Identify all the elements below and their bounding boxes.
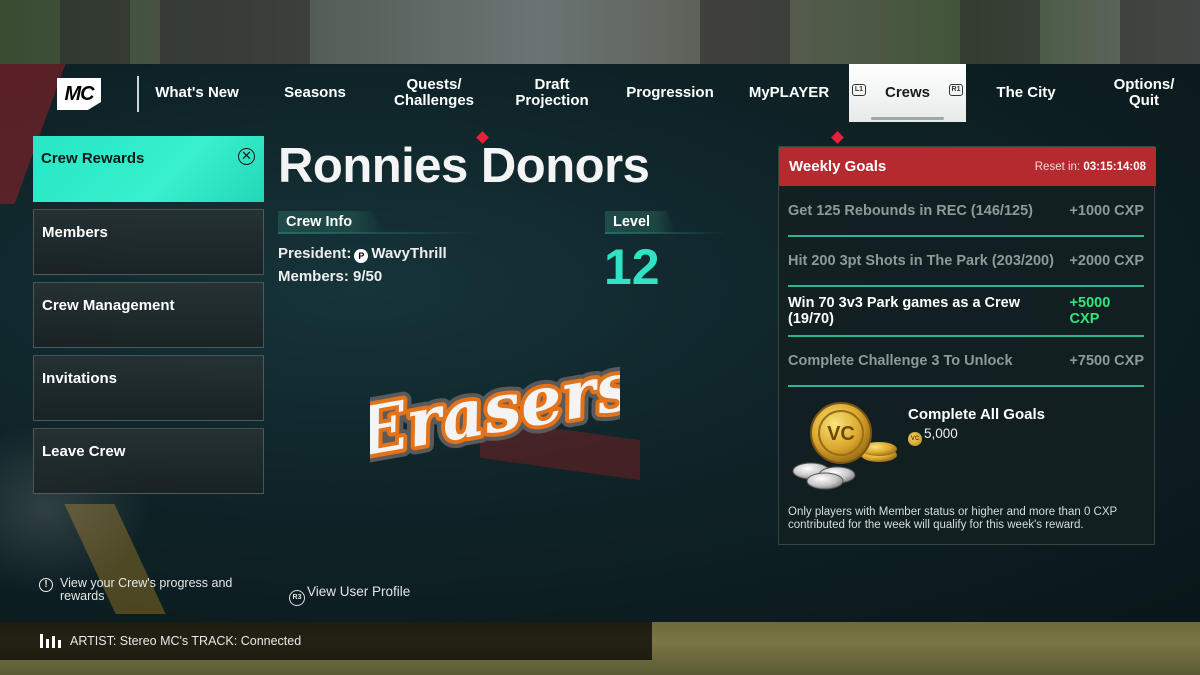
now-playing-bar: ARTIST: Stereo MC's TRACK: Connected: [0, 622, 652, 660]
goal-row-current: Win 70 3v3 Park games as a Crew (19/70) …: [788, 295, 1111, 327]
vc-coins-icon: VC: [792, 402, 897, 490]
tab-whats-new[interactable]: What's New: [150, 64, 244, 122]
info-icon: !: [39, 578, 53, 592]
sidebar-item-invitations[interactable]: Invitations: [33, 355, 264, 421]
top-nav: MC What's New Seasons Quests/ Challenges…: [0, 64, 1200, 144]
sidebar-item-crew-rewards[interactable]: Crew Rewards ✕: [33, 136, 264, 202]
svg-text:Erasers: Erasers: [370, 346, 620, 472]
level-divider: [605, 232, 727, 234]
vc-reward-amount: VC 5,000: [908, 426, 958, 446]
equalizer-icon: [40, 634, 61, 648]
city-backdrop: [0, 0, 1200, 70]
goal-row: Get 125 Rebounds in REC (146/125) +1000 …: [788, 203, 1144, 219]
level-header: Level: [605, 211, 675, 233]
r3-button-icon: R3: [289, 590, 305, 606]
complete-all-goals-title: Complete All Goals: [908, 406, 1045, 423]
vc-icon: VC: [908, 432, 922, 446]
members-count: Members: 9/50: [278, 268, 383, 285]
tab-options-quit[interactable]: Options/ Quit: [1096, 64, 1192, 122]
tab-draft-projection[interactable]: Draft Projection: [502, 64, 602, 122]
now-playing-text: ARTIST: Stereo MC's TRACK: Connected: [70, 634, 302, 648]
crew-level: 12: [604, 239, 660, 295]
goal-row-locked: Complete Challenge 3 To Unlock +7500 CXP: [788, 353, 1144, 369]
reset-timer: Reset in: 03:15:14:08: [1034, 160, 1146, 173]
playstation-icon: P: [354, 249, 369, 263]
sidebar-item-leave-crew[interactable]: Leave Crew: [33, 428, 264, 494]
l1-bumper-icon: L1: [852, 84, 866, 96]
sidebar-item-members[interactable]: Members: [33, 209, 264, 275]
mycareer-logo: MC: [57, 78, 101, 110]
tab-crews[interactable]: Crews L1 R1: [849, 64, 966, 122]
sidebar-item-crew-management[interactable]: Crew Management: [33, 282, 264, 348]
reward-eligibility-note: Only players with Member status or highe…: [788, 506, 1117, 531]
r1-bumper-icon: R1: [949, 84, 963, 96]
weekly-goals-header: Weekly Goals Reset in: 03:15:14:08: [779, 147, 1156, 186]
tab-the-city[interactable]: The City: [980, 64, 1072, 122]
svg-text:VC: VC: [827, 423, 855, 445]
goal-divider: [788, 385, 1144, 387]
tab-seasons[interactable]: Seasons: [268, 64, 362, 122]
view-user-profile[interactable]: R3 View User Profile: [289, 584, 410, 606]
nav-divider: [137, 76, 139, 112]
president-name[interactable]: WavyThrill: [371, 245, 446, 262]
tab-quests-challenges[interactable]: Quests/ Challenges: [384, 64, 484, 122]
crew-info-header: Crew Info: [278, 211, 384, 233]
tab-myplayer[interactable]: MyPLAYER: [740, 64, 838, 122]
crew-info-divider: [278, 232, 483, 234]
hint-text: ! View your Crew's progress and rewards: [39, 577, 249, 603]
crew-logo: Erasers Erasers Erasers: [370, 340, 620, 480]
goal-row: Hit 200 3pt Shots in The Park (203/200) …: [788, 253, 1144, 269]
tab-progression[interactable]: Progression: [620, 64, 720, 122]
crew-name: Ronnies Donors: [278, 139, 650, 193]
president-line: President: P WavyThrill: [278, 245, 447, 263]
weekly-goals-panel: Weekly Goals Reset in: 03:15:14:08 Get 1…: [778, 146, 1156, 545]
close-icon[interactable]: ✕: [238, 148, 255, 165]
